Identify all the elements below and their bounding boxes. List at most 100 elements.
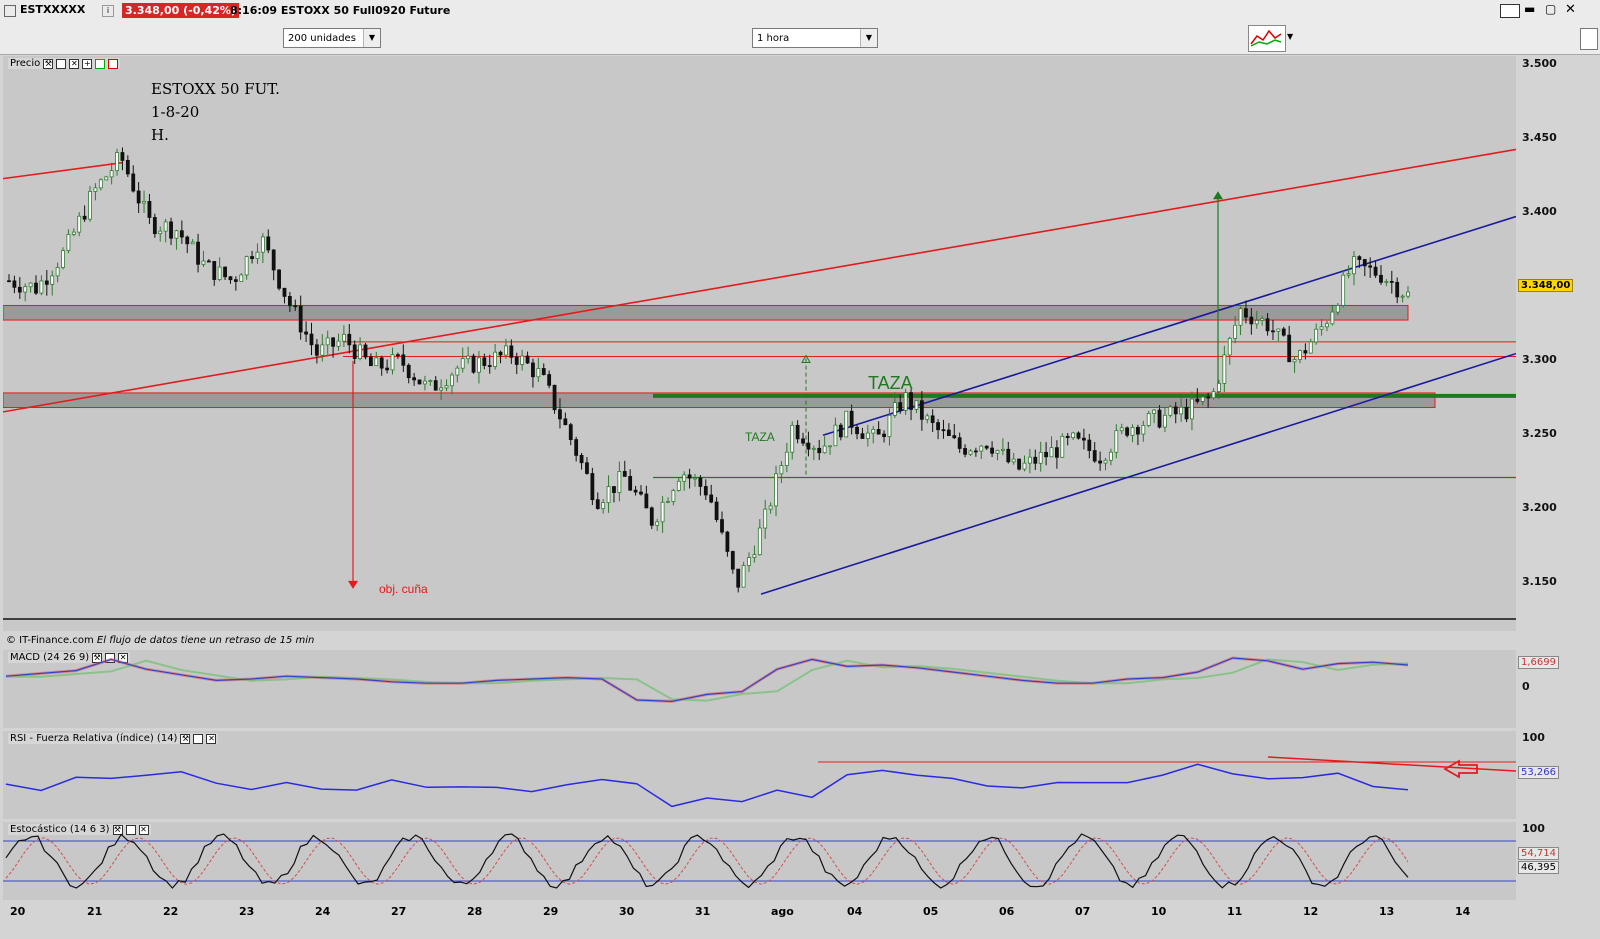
candle-body <box>855 426 859 435</box>
rsi-y-axis: 100 53,266 <box>1516 731 1600 819</box>
stochastic-chart[interactable] <box>3 822 1516 900</box>
candle-body <box>460 358 465 369</box>
candle-body <box>990 447 994 454</box>
candle-body <box>185 236 190 245</box>
candle-body <box>579 454 584 464</box>
stochastic-signal-line <box>5 837 1409 885</box>
candle-body <box>1335 305 1340 313</box>
candle-body <box>428 380 433 382</box>
candle-body <box>450 374 454 387</box>
candle-body <box>612 486 616 493</box>
candle-body <box>1211 391 1216 399</box>
candle-body <box>1265 318 1270 332</box>
candle-body <box>304 331 308 335</box>
candle-body <box>1352 256 1356 275</box>
chevron-down-icon[interactable]: ▼ <box>363 29 380 47</box>
macd-panel[interactable]: MACD (24 26 9) ⚒ ✕ <box>3 650 1516 728</box>
candle-body <box>385 367 390 371</box>
candle-body <box>34 282 38 294</box>
candle-body <box>190 241 195 245</box>
candle-body <box>1200 396 1205 402</box>
candle-body <box>1276 328 1281 332</box>
units-select[interactable]: 200 unidades ▼ <box>283 28 381 48</box>
ytick-label: 3.150 <box>1522 575 1557 588</box>
price-panel[interactable]: Precio ⚒ ✕ + ESTOXX 50 FUT. 1-8-20 H. TA… <box>3 56 1516 631</box>
candle-body <box>622 471 627 477</box>
symbol-dropdown[interactable]: ESTXXXXX <box>20 3 85 16</box>
candle-body <box>1060 435 1065 458</box>
x-tick-label: 05 <box>923 905 939 918</box>
candle-body <box>747 557 751 566</box>
x-tick-label: 24 <box>315 905 331 918</box>
candle-body <box>806 442 811 450</box>
wedge-target-arrowhead <box>348 580 358 589</box>
target-arrowhead <box>1213 191 1223 200</box>
candle-body <box>1287 334 1292 363</box>
candle-body <box>1114 430 1119 453</box>
menu-icon[interactable] <box>4 5 16 17</box>
candle-body <box>925 415 930 420</box>
candle-body <box>433 380 438 391</box>
maximize-icon[interactable]: ▢ <box>1545 2 1556 16</box>
candle-body <box>693 477 697 480</box>
red-trendline-top <box>3 161 124 180</box>
rsi-chart[interactable] <box>3 731 1516 819</box>
candle-body <box>968 450 973 455</box>
candle-body <box>822 445 827 454</box>
candle-body <box>1395 281 1400 298</box>
candle-body <box>152 217 157 235</box>
x-tick-label: 23 <box>239 905 255 918</box>
candle-body <box>865 432 870 439</box>
candle-body <box>568 424 573 440</box>
candle-body <box>876 429 881 435</box>
candle-body <box>1244 308 1248 318</box>
candle-body <box>979 445 984 452</box>
candle-body <box>541 368 546 375</box>
candle-body <box>487 365 492 367</box>
chevron-down-icon[interactable]: ▼ <box>860 29 877 47</box>
candle-body <box>1076 432 1081 439</box>
candle-body <box>536 368 541 378</box>
candle-body <box>88 191 92 220</box>
stochastic-value-tag-1: 54,714 <box>1518 847 1559 860</box>
minimize-icon[interactable]: ▬ <box>1524 2 1535 16</box>
x-tick-label: 20 <box>10 905 26 918</box>
macd-chart[interactable] <box>3 650 1516 728</box>
calculator-icon[interactable] <box>1500 4 1520 18</box>
chart-type-button[interactable] <box>1248 25 1286 52</box>
interval-select[interactable]: 1 hora ▼ <box>752 28 878 48</box>
candle-body <box>774 473 778 507</box>
candle-body <box>293 305 298 308</box>
candle-body <box>477 357 481 373</box>
stochastic-panel[interactable]: Estocástico (14 6 3) ⚒ ✕ <box>3 822 1516 900</box>
refresh-icon[interactable] <box>1580 28 1598 50</box>
rsi-divergence-line <box>1267 756 1516 772</box>
candle-body <box>801 438 805 444</box>
x-tick-label: 14 <box>1455 905 1471 918</box>
candle-body <box>163 221 168 232</box>
candle-body <box>887 414 892 438</box>
candle-body <box>1146 413 1151 426</box>
rsi-panel[interactable]: RSI - Fuerza Relativa (índice) (14) ⚒ ✕ <box>3 731 1516 819</box>
rsi-value-tag: 53,266 <box>1518 766 1559 779</box>
candle-body <box>61 250 65 268</box>
close-icon[interactable]: ✕ <box>1565 2 1576 17</box>
ytick-label: 3.250 <box>1522 427 1557 440</box>
candle-body <box>1087 439 1092 451</box>
x-tick-label: ago <box>771 905 794 918</box>
info-icon[interactable]: i <box>102 5 114 17</box>
candle-body <box>1260 318 1265 321</box>
candle-body <box>298 305 303 333</box>
chevron-down-icon[interactable]: ▼ <box>1287 32 1293 41</box>
price-chart[interactable]: TAZATAZAobj. cuña <box>3 56 1516 631</box>
candle-body <box>1298 350 1302 360</box>
x-tick-label: 04 <box>847 905 863 918</box>
candle-body <box>23 286 28 293</box>
candle-body <box>455 367 460 376</box>
candle-body <box>1103 459 1108 464</box>
candle-body <box>779 465 784 475</box>
candle-body <box>1136 427 1140 435</box>
macd-y-axis: 1,6699 0 <box>1516 650 1600 728</box>
candle-body <box>725 531 730 552</box>
candle-body <box>509 345 514 358</box>
